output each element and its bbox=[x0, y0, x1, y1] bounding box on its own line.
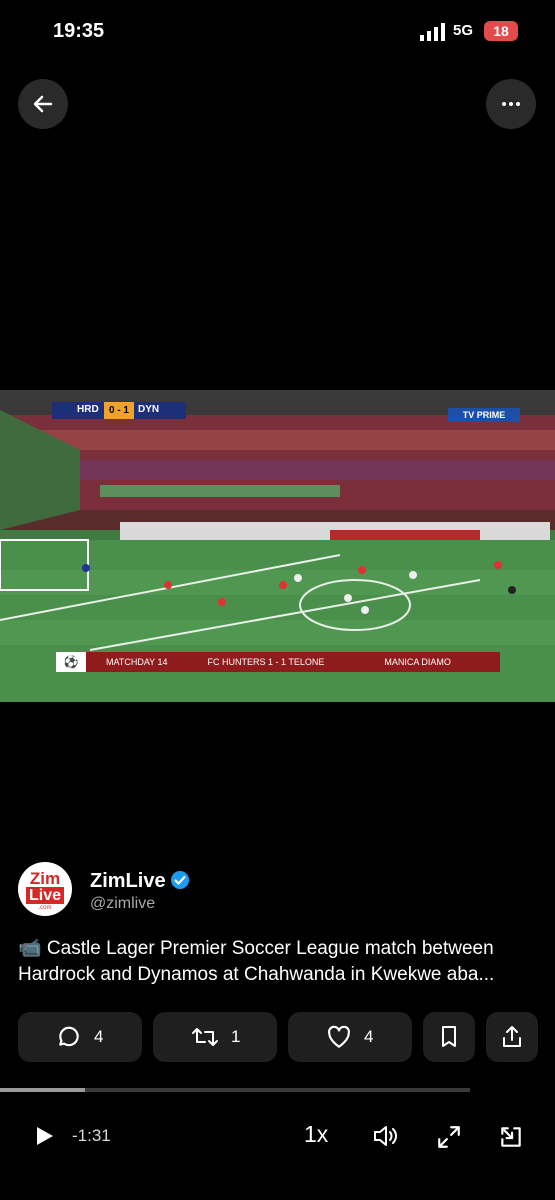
author-handle[interactable]: @zimlive bbox=[90, 895, 155, 913]
repost-icon bbox=[192, 1028, 218, 1046]
volume-icon[interactable] bbox=[372, 1123, 400, 1149]
video-player[interactable]: HRD 0 - 1 DYN TV PRIME ⚽ MATCHDAY 14 FC … bbox=[0, 390, 555, 702]
scoreboard: HRD 0 - 1 DYN bbox=[52, 402, 186, 419]
ticker-next: MANICA DIAMO bbox=[384, 657, 451, 667]
more-icon bbox=[502, 102, 520, 106]
play-icon[interactable] bbox=[32, 1124, 56, 1148]
status-time: 19:35 bbox=[53, 20, 105, 42]
ticker-matchday: MATCHDAY 14 bbox=[106, 657, 168, 667]
away-team: DYN bbox=[138, 404, 160, 415]
reply-button[interactable]: 4 bbox=[18, 1012, 142, 1062]
bookmark-button[interactable] bbox=[423, 1012, 475, 1062]
signal-icon bbox=[420, 23, 445, 41]
post-text-line-2: Hardrock and Dynamos at Chahwanda in Kwe… bbox=[18, 964, 495, 985]
picture-in-picture-icon[interactable] bbox=[498, 1124, 524, 1150]
battery-indicator: 18 bbox=[484, 21, 518, 41]
more-options-button[interactable] bbox=[486, 79, 536, 129]
bookmark-icon bbox=[442, 1026, 456, 1047]
post-text: 📹 Castle Lager Premier Soccer League mat… bbox=[18, 936, 543, 988]
share-button[interactable] bbox=[486, 1012, 538, 1062]
ticker-fixture: FC HUNTERS 1 - 1 TELONE bbox=[207, 657, 325, 667]
repost-button[interactable]: 1 bbox=[153, 1012, 277, 1062]
ball-icon: ⚽ bbox=[56, 652, 86, 672]
avatar-logo: Zim Live .com bbox=[21, 865, 69, 913]
post-text-line-1: 📹 Castle Lager Premier Soccer League mat… bbox=[18, 938, 494, 959]
avatar[interactable]: Zim Live .com bbox=[18, 862, 72, 916]
reply-count: 4 bbox=[94, 1027, 104, 1046]
channel-logo: TV PRIME bbox=[448, 408, 520, 422]
score: 0 - 1 bbox=[104, 402, 134, 419]
verified-badge-icon bbox=[171, 871, 189, 889]
home-team: HRD bbox=[77, 404, 99, 415]
like-count: 4 bbox=[364, 1027, 374, 1046]
reply-icon bbox=[59, 1026, 79, 1047]
repost-count: 1 bbox=[231, 1027, 241, 1046]
status-bar: 19:35 5G 18 bbox=[0, 0, 555, 62]
fullscreen-icon[interactable] bbox=[436, 1124, 462, 1150]
score-ticker: ⚽ MATCHDAY 14 FC HUNTERS 1 - 1 TELONE MA… bbox=[56, 652, 500, 672]
playback-speed-button[interactable]: 1x bbox=[304, 1121, 328, 1148]
share-icon bbox=[503, 1026, 521, 1047]
back-button[interactable] bbox=[18, 79, 68, 129]
like-button[interactable]: 4 bbox=[288, 1012, 412, 1062]
author-name[interactable]: ZimLive bbox=[90, 870, 166, 893]
time-remaining: -1:31 bbox=[72, 1126, 111, 1145]
progress-fill bbox=[0, 1088, 85, 1092]
arrow-left-icon bbox=[33, 95, 53, 113]
network-type: 5G bbox=[453, 22, 474, 39]
heart-icon bbox=[328, 1025, 350, 1048]
